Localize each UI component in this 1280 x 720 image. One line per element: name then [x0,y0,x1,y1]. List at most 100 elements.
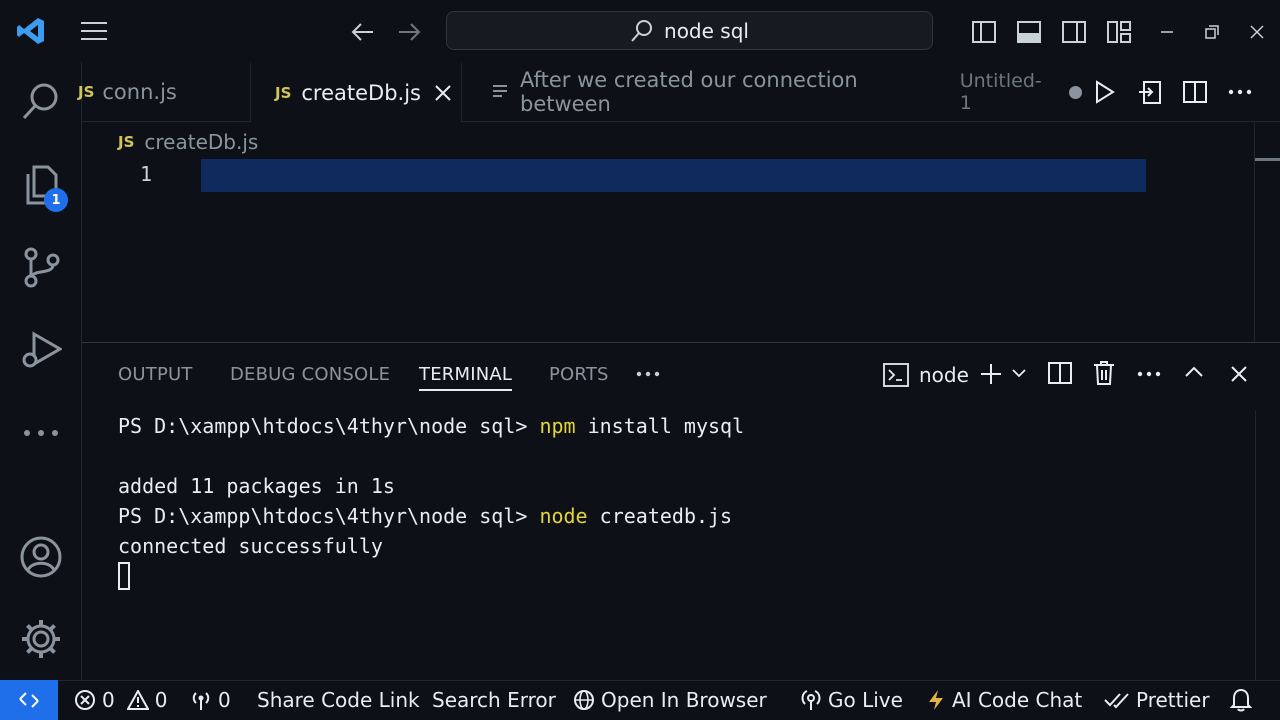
tab-label: conn.js [102,80,177,104]
split-editor-icon[interactable] [1172,81,1217,103]
terminal-cursor [118,562,130,590]
tab-untitled-1[interactable]: After we created our connection between … [492,62,1082,122]
forward-arrow-icon[interactable] [394,18,424,46]
unsaved-dot-icon[interactable] [1069,85,1082,99]
terminal-prompt: PS D:\xampp\htdocs\4thyr\node sql> [118,504,540,528]
broadcast-icon [800,689,822,711]
ports-count: 0 [218,688,231,712]
overview-ruler-marker [1255,158,1280,161]
current-line-highlight [201,159,1146,192]
command-center-search[interactable]: node sql [446,11,933,50]
open-in-browser-button[interactable]: Open In Browser [573,680,767,720]
tab-terminal[interactable]: TERMINAL [419,364,513,391]
js-file-icon: JS [78,83,95,101]
explorer-icon[interactable] [0,150,82,220]
more-views-icon[interactable] [0,398,82,468]
vscode-logo-icon [14,14,48,48]
close-panel-icon[interactable] [1231,366,1247,382]
ports-indicator[interactable]: 0 [190,680,231,720]
error-icon [74,689,96,711]
problems-indicator[interactable]: 0 0 [74,680,167,720]
minimize-icon[interactable] [1155,18,1179,46]
js-file-icon: JS [275,84,292,102]
open-preview-icon[interactable] [1127,79,1172,105]
js-file-icon: JS [118,133,135,151]
terminal-args: install mysql [575,414,745,438]
accounts-icon[interactable] [0,522,82,592]
text-file-icon [492,84,510,100]
remote-icon [18,689,40,711]
maximize-panel-icon[interactable] [1184,366,1204,378]
more-actions-icon[interactable] [1217,89,1262,95]
menu-icon[interactable] [78,17,110,45]
go-live-label: Go Live [828,688,903,712]
terminal-line: connected successfully [118,534,383,558]
terminal-line: PS D:\xampp\htdocs\4thyr\node sql> npm i… [118,414,744,438]
remote-indicator[interactable] [0,680,58,720]
terminal-command: node [539,504,588,528]
terminal-profile-name: node [919,363,969,387]
run-and-debug-icon[interactable] [0,314,82,384]
terminal-command: npm [539,414,576,438]
go-live-button[interactable]: Go Live [800,680,903,720]
terminal-line: PS D:\xampp\htdocs\4thyr\node sql> node … [118,504,732,528]
search-text: node sql [664,18,749,43]
prettier-label: Prettier [1136,688,1210,712]
customize-layout-icon[interactable] [1105,18,1133,46]
chevron-down-icon[interactable] [1012,368,1026,378]
tab-debug-console[interactable]: DEBUG CONSOLE [230,364,390,385]
share-code-link-button[interactable]: Share Code Link [257,680,420,720]
tab-label: After we created our connection between [520,68,858,116]
ai-code-chat-label: AI Code Chat [952,688,1083,712]
tab-createdb-js[interactable]: JS createDb.js [250,62,462,122]
terminal-args: createdb.js [587,504,733,528]
panel-more-actions-icon[interactable] [1137,371,1161,377]
editor-tab-bar: JS conn.js JS createDb.js After we creat… [78,62,1280,122]
terminal-icon [883,363,909,387]
search-error-button[interactable]: Search Error [432,680,556,720]
editor-scrollbar-track [1254,122,1255,342]
trash-icon[interactable] [1093,360,1115,386]
back-arrow-icon[interactable] [348,18,378,46]
explorer-badge: 1 [44,188,68,212]
tab-ports[interactable]: PORTS [549,364,609,385]
new-terminal-icon[interactable] [979,362,1003,386]
run-icon[interactable] [1082,80,1127,104]
editor-actions [1082,62,1280,122]
warning-icon [126,690,149,710]
line-number: 1 [140,162,153,186]
toggle-primary-sidebar-icon[interactable] [970,18,998,46]
restore-icon[interactable] [1200,18,1224,46]
tab-output[interactable]: OUTPUT [118,364,193,385]
panel-more-tabs-icon[interactable] [636,371,660,377]
split-terminal-icon[interactable] [1048,362,1072,384]
breadcrumb[interactable]: JS createDb.js [118,127,258,157]
globe-icon [573,689,595,711]
terminal-line: added 11 packages in 1s [118,474,395,498]
close-window-icon[interactable] [1245,18,1269,46]
terminal-prompt: PS D:\xampp\htdocs\4thyr\node sql> [118,414,540,438]
title-bar: node sql [0,0,1280,62]
warning-count: 0 [154,688,168,712]
prettier-button[interactable]: Prettier [1104,680,1210,720]
open-in-browser-label: Open In Browser [601,688,767,712]
tab-suffix: Untitled-1 [959,70,1042,114]
source-control-icon[interactable] [0,232,82,302]
code-editor[interactable] [82,122,1280,342]
broadcast-icon [190,689,212,711]
toggle-secondary-sidebar-icon[interactable] [1060,18,1088,46]
breadcrumb-file[interactable]: createDb.js [144,130,258,154]
activity-bar: 1 [0,62,82,680]
terminal-scrollbar[interactable] [1255,410,1280,680]
tab-conn-js[interactable]: JS conn.js [78,62,248,122]
ai-code-chat-button[interactable]: AI Code Chat [926,680,1082,720]
error-count: 0 [102,688,115,712]
search-view-icon[interactable] [0,66,82,136]
tab-label: createDb.js [301,81,422,105]
notifications-bell-icon[interactable] [1230,680,1252,720]
settings-gear-icon[interactable] [0,604,82,674]
toggle-panel-icon[interactable] [1015,18,1043,46]
terminal-profile[interactable]: node [883,361,969,389]
lightning-icon [926,689,946,711]
close-tab-icon[interactable] [435,85,451,101]
